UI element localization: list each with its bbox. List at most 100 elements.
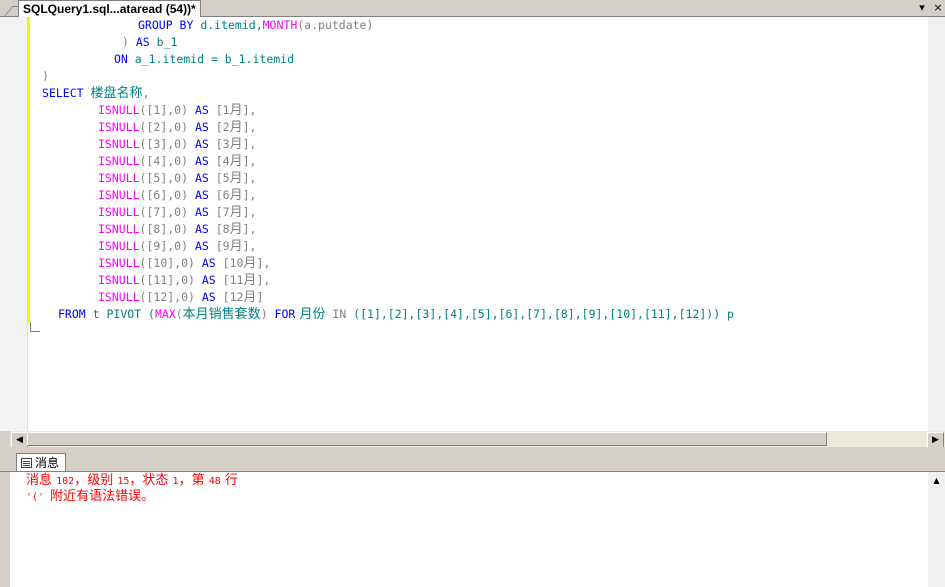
fn-isnull: ISNULL <box>98 290 140 304</box>
messages-pane[interactable]: 消息 102，级别 15，状态 1，第 48 行 '(' 附近有语法错误。 ▲ <box>10 472 945 587</box>
msg-text: 行 <box>220 473 238 488</box>
code-line-isnull: ISNULL([10],0) AS [10月], <box>98 255 270 272</box>
fn-isnull: ISNULL <box>98 239 140 253</box>
kw-as: AS <box>194 239 209 253</box>
code-line-isnull: ISNULL([3],0) AS [3月], <box>98 136 256 153</box>
alias-month: 月 <box>229 120 243 135</box>
paren: ) <box>122 35 136 49</box>
results-tab-bar: 消息 <box>0 453 945 472</box>
isnull-args: ([4],0) <box>139 154 195 168</box>
alias-close: ], <box>242 137 257 151</box>
alias-month: 月 <box>229 103 243 118</box>
alias-month: 月 <box>229 154 243 169</box>
alias-month: 月 <box>229 171 243 186</box>
code-line-isnull: ISNULL([1],0) AS [1月], <box>98 102 256 119</box>
paren: ) <box>260 307 275 321</box>
code-line-select: SELECT 楼盘名称, <box>42 85 149 102</box>
code-line-isnull: ISNULL([4],0) AS [4月], <box>98 153 256 170</box>
alias-month: 月 <box>229 222 243 237</box>
fn-isnull: ISNULL <box>98 171 140 185</box>
kw-from: FROM <box>58 307 86 321</box>
kw-select: SELECT <box>42 86 84 100</box>
scroll-left-icon[interactable]: ◀ <box>11 432 28 448</box>
scroll-up-icon[interactable]: ▲ <box>928 476 945 485</box>
msg-text: ，级别 <box>74 473 118 488</box>
column-name: 本月销售套数 <box>182 307 261 322</box>
kw-as: AS <box>194 205 209 219</box>
msg-text: 消息 <box>26 473 57 488</box>
code-line-isnull: ISNULL([6],0) AS [6月], <box>98 187 256 204</box>
alias-close: ], <box>242 171 257 185</box>
msg-line-number: 48 <box>208 476 221 487</box>
tab-list-dropdown-icon[interactable]: ▾ <box>915 1 929 15</box>
alias-open: [4 <box>208 154 230 168</box>
code-line-isnull: ISNULL([7],0) AS [7月], <box>98 204 256 221</box>
alias-close: ], <box>242 239 257 253</box>
alias-open: [11 <box>215 273 244 287</box>
code-line-as-b1: ) AS b_1 <box>122 34 177 51</box>
alias-month: 月 <box>229 137 243 152</box>
tab-sqlquery1[interactable]: SQLQuery1.sql...ataread (54))* <box>18 0 201 17</box>
isnull-args: ([5],0) <box>139 171 195 185</box>
tab-messages[interactable]: 消息 <box>16 453 66 471</box>
msg-text: ，状态 <box>129 473 173 488</box>
alias-open: [12 <box>215 290 244 304</box>
alias-open: [2 <box>208 120 230 134</box>
column-name: 楼盘名称 <box>90 86 143 101</box>
msg-text: ，第 <box>178 473 209 488</box>
ident: d.itemid, <box>200 18 263 32</box>
fn-isnull: ISNULL <box>98 188 140 202</box>
isnull-args: ([3],0) <box>139 137 195 151</box>
alias-month: 月 <box>229 239 243 254</box>
kw-as: AS <box>194 103 209 117</box>
fn-isnull: ISNULL <box>98 273 140 287</box>
code-line-isnull: ISNULL([11],0) AS [11月], <box>98 272 270 289</box>
kw-as: AS <box>201 290 216 304</box>
alias-open: [3 <box>208 137 230 151</box>
alias-open: [9 <box>208 239 230 253</box>
kw-group-by: GROUP BY <box>138 18 201 32</box>
outline-collapse-marker[interactable] <box>30 322 40 332</box>
msg-token: '(' <box>26 492 51 503</box>
code-line-isnull: ISNULL([5],0) AS [5月], <box>98 170 256 187</box>
query-editor[interactable]: GROUP BY d.itemid,MONTH(a.putdate) ) AS … <box>0 17 945 431</box>
fn-month: MONTH <box>262 18 298 32</box>
alias-close: ], <box>242 103 257 117</box>
fn-isnull: ISNULL <box>98 256 140 270</box>
alias-close: ], <box>256 273 271 287</box>
kw-as: AS <box>194 154 209 168</box>
alias-month: 月 <box>243 273 257 288</box>
fn-isnull: ISNULL <box>98 222 140 236</box>
isnull-args: ([1],0) <box>139 103 195 117</box>
fn-isnull: ISNULL <box>98 154 140 168</box>
alias-close: ], <box>242 188 257 202</box>
code-line-from-pivot: FROM t PIVOT (MAX(本月销售套数) FOR 月份 IN ([1]… <box>58 306 734 323</box>
code-area[interactable]: GROUP BY d.itemid,MONTH(a.putdate) ) AS … <box>42 17 734 322</box>
alias-open: [5 <box>208 171 230 185</box>
editor-horizontal-scrollbar[interactable]: ◀ ▶ <box>10 431 945 448</box>
kw-as: AS <box>194 137 209 151</box>
kw-as: AS <box>194 120 209 134</box>
fn-isnull: ISNULL <box>98 103 140 117</box>
msg-number: 102 <box>56 476 75 487</box>
alias-open: [6 <box>208 188 230 202</box>
kw-as: AS <box>201 273 216 287</box>
code-line-isnull: ISNULL([9],0) AS [9月], <box>98 238 256 255</box>
code-line-close-paren: ) <box>42 69 49 83</box>
code-line-isnull: ISNULL([2],0) AS [2月], <box>98 119 256 136</box>
isnull-args: ([2],0) <box>139 120 195 134</box>
isnull-args: ([9],0) <box>139 239 195 253</box>
editor-vertical-scrollbar[interactable] <box>928 17 945 431</box>
scroll-right-icon[interactable]: ▶ <box>927 432 944 448</box>
isnull-args: ([7],0) <box>139 205 195 219</box>
code-line-group-by: GROUP BY d.itemid,MONTH(a.putdate) <box>138 17 373 34</box>
close-icon[interactable]: × <box>931 1 945 15</box>
error-message-line2: '(' 附近有语法错误。 <box>26 489 154 506</box>
fn-max: MAX <box>154 307 176 321</box>
isnull-args: ([11],0) <box>139 273 202 287</box>
messages-vertical-scrollbar[interactable]: ▲ <box>928 472 945 587</box>
isnull-args: ([8],0) <box>139 222 195 236</box>
scroll-thumb[interactable] <box>27 432 827 446</box>
code-line-on: ON a_1.itemid = b_1.itemid <box>114 51 294 68</box>
kw-as: AS <box>194 188 209 202</box>
